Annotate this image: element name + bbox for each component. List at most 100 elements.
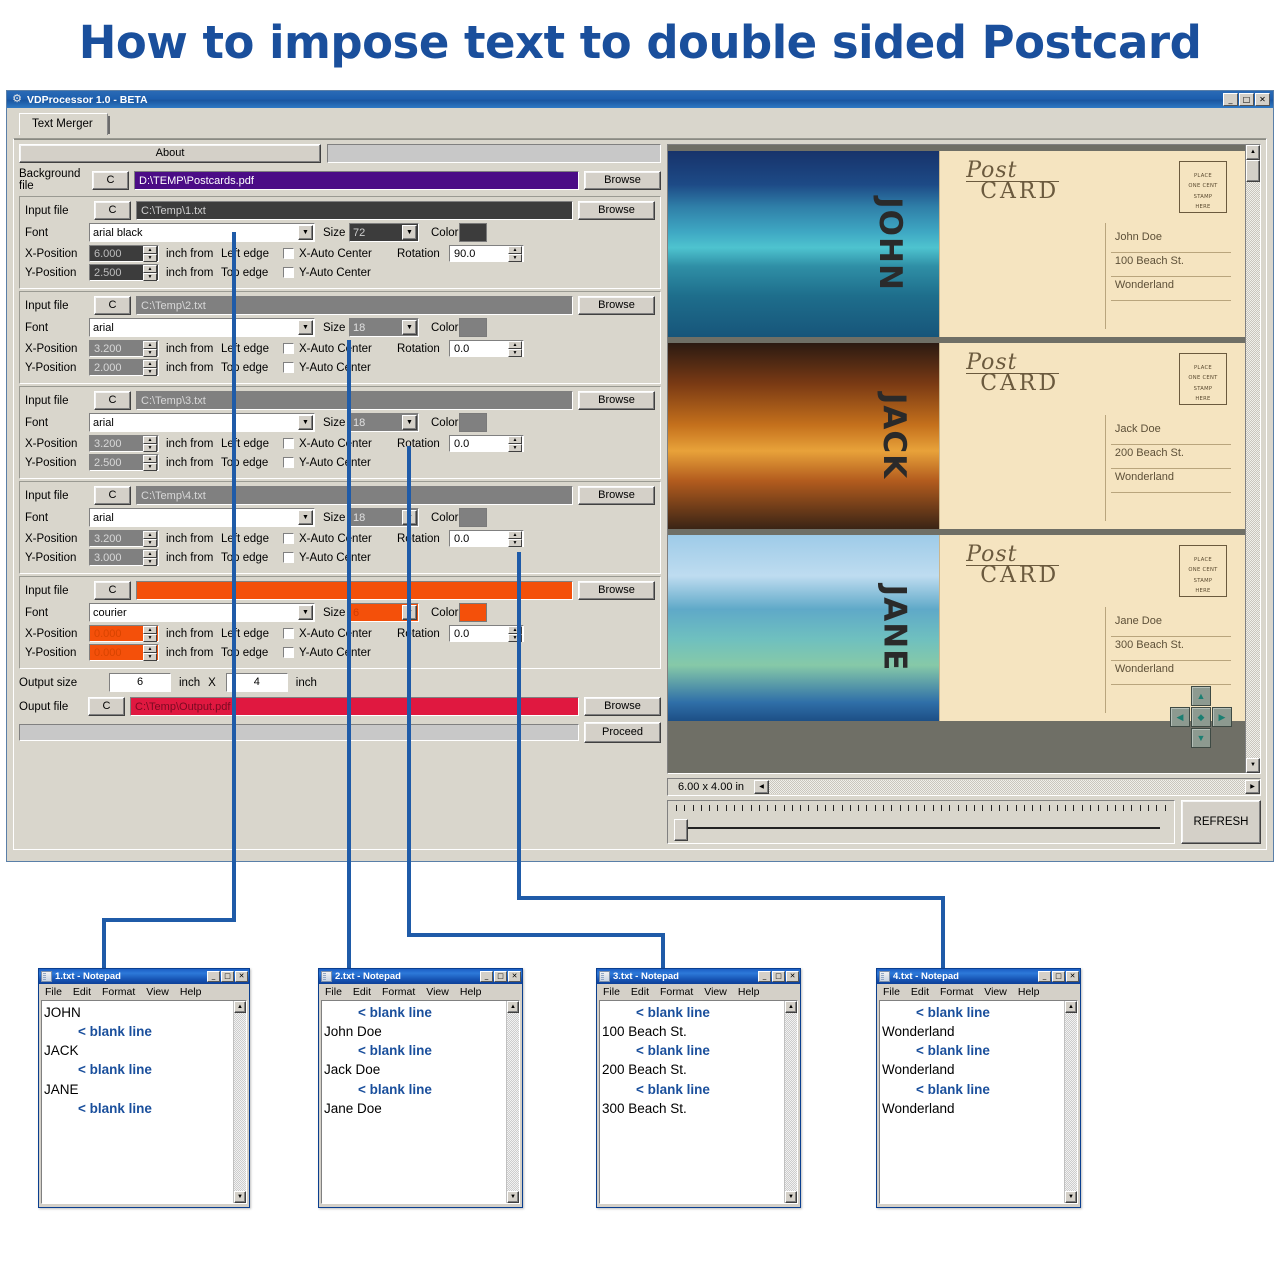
notepad-text-area[interactable]: JOHN < blank line JACK < blank line JANE < bl… xyxy=(41,1000,247,1204)
input-file-input[interactable] xyxy=(136,581,573,600)
input-file-browse-button[interactable]: Browse xyxy=(578,391,655,410)
notepad-menu-item[interactable]: Format xyxy=(660,986,693,998)
notepad-close-button[interactable]: ✕ xyxy=(508,971,521,982)
notepad-scrollbar[interactable]: ▲ ▼ xyxy=(233,1001,246,1203)
notepad-content[interactable]: < blank line John Doe < blank line Jack Doe… xyxy=(322,1001,506,1203)
y-auto-center-checkbox[interactable] xyxy=(283,552,294,563)
chevron-down-icon[interactable]: ▼ xyxy=(298,225,313,240)
notepad-text-area[interactable]: < blank line John Doe < blank line Jack Doe… xyxy=(321,1000,520,1204)
rotation-stepper[interactable]: 90.0 ▲ ▼ xyxy=(449,245,524,262)
spinner-arrows-icon[interactable]: ▲ ▼ xyxy=(143,341,157,357)
chevron-down-icon[interactable]: ▼ xyxy=(298,320,313,335)
pan-up-icon[interactable]: ▲ xyxy=(1191,686,1211,706)
notepad-window-2[interactable]: 2.txt - Notepad _ □ ✕ File Edit Format View… xyxy=(318,968,523,1208)
zoom-slider-panel[interactable] xyxy=(667,800,1175,844)
notepad-content[interactable]: < blank line 100 Beach St. < blank line 200… xyxy=(600,1001,784,1203)
font-select[interactable]: arial black ▼ xyxy=(89,223,315,242)
minimize-button[interactable]: _ xyxy=(1223,93,1238,106)
output-file-input[interactable]: C:\Temp\Output.pdf xyxy=(130,697,579,716)
preview-vertical-scrollbar[interactable]: ▲ ▼ xyxy=(1245,145,1260,773)
rotation-stepper[interactable]: 0.0 ▲ ▼ xyxy=(449,625,524,642)
x-auto-center-checkbox[interactable] xyxy=(283,628,294,639)
x-auto-center-checkbox[interactable] xyxy=(283,533,294,544)
chevron-down-icon[interactable]: ▼ xyxy=(402,605,417,620)
notepad-scroll-up-icon[interactable]: ▲ xyxy=(234,1001,246,1013)
notepad-close-button[interactable]: ✕ xyxy=(235,971,248,982)
output-height-input[interactable]: 4 xyxy=(225,673,288,692)
maximize-button[interactable]: □ xyxy=(1239,93,1254,106)
rotation-stepper[interactable]: 0.0 ▲ ▼ xyxy=(449,435,524,452)
spinner-arrows-icon[interactable]: ▲ ▼ xyxy=(143,531,157,547)
notepad-maximize-button[interactable]: □ xyxy=(772,971,785,982)
postcard-preview-canvas[interactable]: JOHN Post CARD PLACE ONE CENT STAMP HERE Jo… xyxy=(668,145,1245,773)
notepad-minimize-button[interactable]: _ xyxy=(480,971,493,982)
x-position-stepper[interactable]: 3.200 ▲ ▼ xyxy=(89,435,159,452)
x-auto-center-checkbox[interactable] xyxy=(283,248,294,259)
x-position-stepper[interactable]: 0.000 ▲ ▼ xyxy=(89,625,159,642)
font-select[interactable]: arial ▼ xyxy=(89,413,315,432)
y-auto-center-checkbox[interactable] xyxy=(283,647,294,658)
size-select[interactable]: 18 ▼ xyxy=(349,413,419,432)
x-auto-center-checkbox[interactable] xyxy=(283,343,294,354)
color-swatch[interactable] xyxy=(459,223,487,242)
notepad-menu-item[interactable]: Help xyxy=(460,986,482,998)
notepad-maximize-button[interactable]: □ xyxy=(1052,971,1065,982)
input-file-clear-button[interactable]: C xyxy=(94,201,131,220)
scrollbar-thumb[interactable] xyxy=(1246,160,1260,182)
notepad-window-3[interactable]: 3.txt - Notepad _ □ ✕ File Edit Format View… xyxy=(596,968,801,1208)
notepad-scroll-up-icon[interactable]: ▲ xyxy=(785,1001,797,1013)
output-file-browse-button[interactable]: Browse xyxy=(584,697,661,716)
output-width-input[interactable]: 6 xyxy=(109,673,171,692)
notepad-menu-item[interactable]: File xyxy=(45,986,62,998)
notepad-text-area[interactable]: < blank line Wonderland < blank line Wonder… xyxy=(879,1000,1078,1204)
background-file-input[interactable]: D:\TEMP\Postcards.pdf xyxy=(134,170,579,190)
zoom-slider-track[interactable] xyxy=(678,827,1160,829)
close-button[interactable]: ✕ xyxy=(1255,93,1270,106)
chevron-down-icon[interactable]: ▼ xyxy=(402,510,417,525)
notepad-menu-item[interactable]: View xyxy=(426,986,449,998)
notepad-menu-item[interactable]: Edit xyxy=(73,986,91,998)
y-position-stepper[interactable]: 0.000 ▲ ▼ xyxy=(89,644,159,661)
notepad-menu-item[interactable]: File xyxy=(603,986,620,998)
notepad-scrollbar[interactable]: ▲ ▼ xyxy=(784,1001,797,1203)
scrollbar-track[interactable] xyxy=(1246,182,1260,758)
spinner-arrows-icon[interactable]: ▲ ▼ xyxy=(508,246,522,262)
zoom-slider-thumb[interactable] xyxy=(674,819,688,841)
font-select[interactable]: arial ▼ xyxy=(89,508,315,527)
hscroll-left-icon[interactable]: ◀ xyxy=(754,780,770,794)
hscroll-track[interactable] xyxy=(769,780,1245,794)
refresh-button[interactable]: REFRESH xyxy=(1181,800,1261,844)
size-select[interactable]: 72 ▼ xyxy=(349,223,419,242)
size-select[interactable]: 18 ▼ xyxy=(349,318,419,337)
chevron-down-icon[interactable]: ▼ xyxy=(298,415,313,430)
notepad-content[interactable]: < blank line Wonderland < blank line Wonder… xyxy=(880,1001,1064,1203)
size-select[interactable]: 6 ▼ xyxy=(349,603,419,622)
color-swatch[interactable] xyxy=(459,603,487,622)
pan-dpad[interactable]: ▲ ◀ ◆ ▶ ▼ xyxy=(1170,686,1232,748)
chevron-down-icon[interactable]: ▼ xyxy=(402,320,417,335)
y-auto-center-checkbox[interactable] xyxy=(283,362,294,373)
spinner-arrows-icon[interactable]: ▲ ▼ xyxy=(508,341,522,357)
notepad-maximize-button[interactable]: □ xyxy=(494,971,507,982)
input-file-browse-button[interactable]: Browse xyxy=(578,296,655,315)
spinner-arrows-icon[interactable]: ▲ ▼ xyxy=(143,626,157,642)
notepad-scrollbar[interactable]: ▲ ▼ xyxy=(1064,1001,1077,1203)
notepad-menu-item[interactable]: View xyxy=(984,986,1007,998)
input-file-browse-button[interactable]: Browse xyxy=(578,201,655,220)
notepad-menu-item[interactable]: View xyxy=(704,986,727,998)
input-file-input[interactable]: C:\Temp\4.txt xyxy=(136,486,573,505)
notepad-menu-item[interactable]: Format xyxy=(382,986,415,998)
notepad-window-1[interactable]: 1.txt - Notepad _ □ ✕ File Edit Format View… xyxy=(38,968,250,1208)
notepad-scroll-down-icon[interactable]: ▼ xyxy=(785,1191,797,1203)
notepad-menu-item[interactable]: Help xyxy=(1018,986,1040,998)
notepad-minimize-button[interactable]: _ xyxy=(1038,971,1051,982)
notepad-minimize-button[interactable]: _ xyxy=(758,971,771,982)
notepad-minimize-button[interactable]: _ xyxy=(207,971,220,982)
notepad-scroll-down-icon[interactable]: ▼ xyxy=(1065,1191,1077,1203)
chevron-down-icon[interactable]: ▼ xyxy=(298,605,313,620)
notepad-menu-item[interactable]: Edit xyxy=(911,986,929,998)
spinner-arrows-icon[interactable]: ▲ ▼ xyxy=(508,436,522,452)
spinner-arrows-icon[interactable]: ▲ ▼ xyxy=(508,531,522,547)
chevron-down-icon[interactable]: ▼ xyxy=(402,415,417,430)
scroll-up-icon[interactable]: ▲ xyxy=(1246,145,1260,160)
